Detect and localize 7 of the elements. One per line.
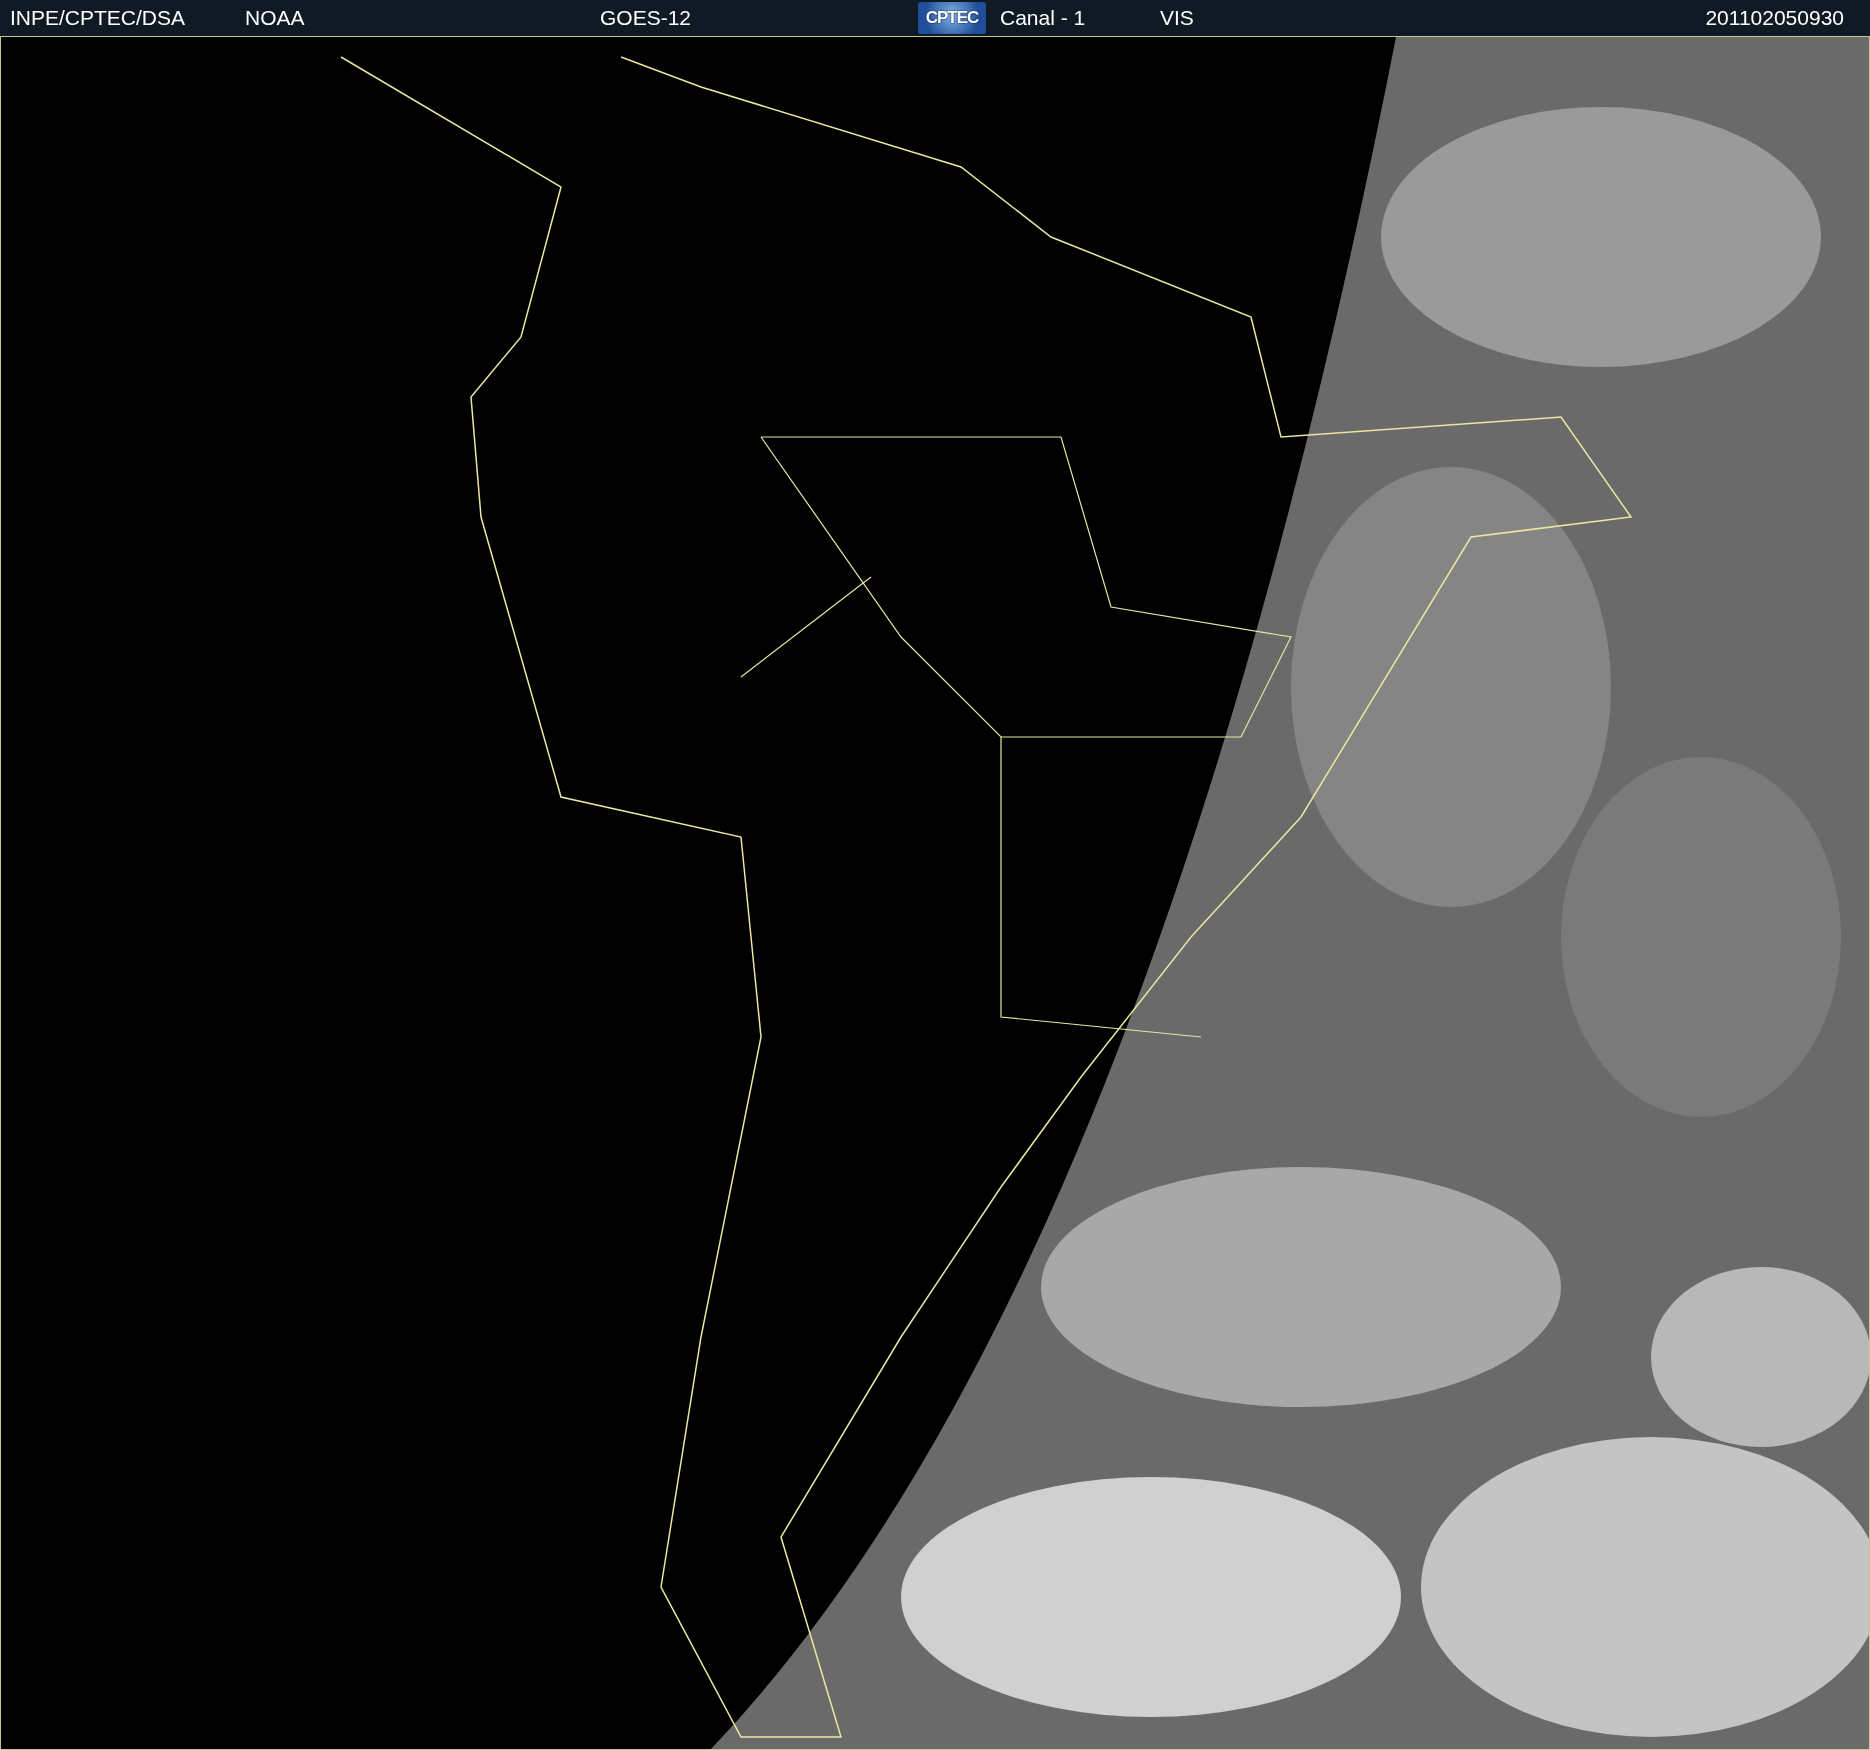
logo: CPTEC (918, 2, 986, 34)
band-label: VIS (1160, 6, 1195, 30)
timestamp-label: 201102050930 (1705, 6, 1844, 30)
satellite-label: GOES-12 (600, 6, 693, 30)
source-label: INPE/CPTEC/DSA (10, 6, 187, 30)
agency-label: NOAA (245, 6, 306, 30)
channel-label: Canal - 1 (1000, 6, 1087, 30)
